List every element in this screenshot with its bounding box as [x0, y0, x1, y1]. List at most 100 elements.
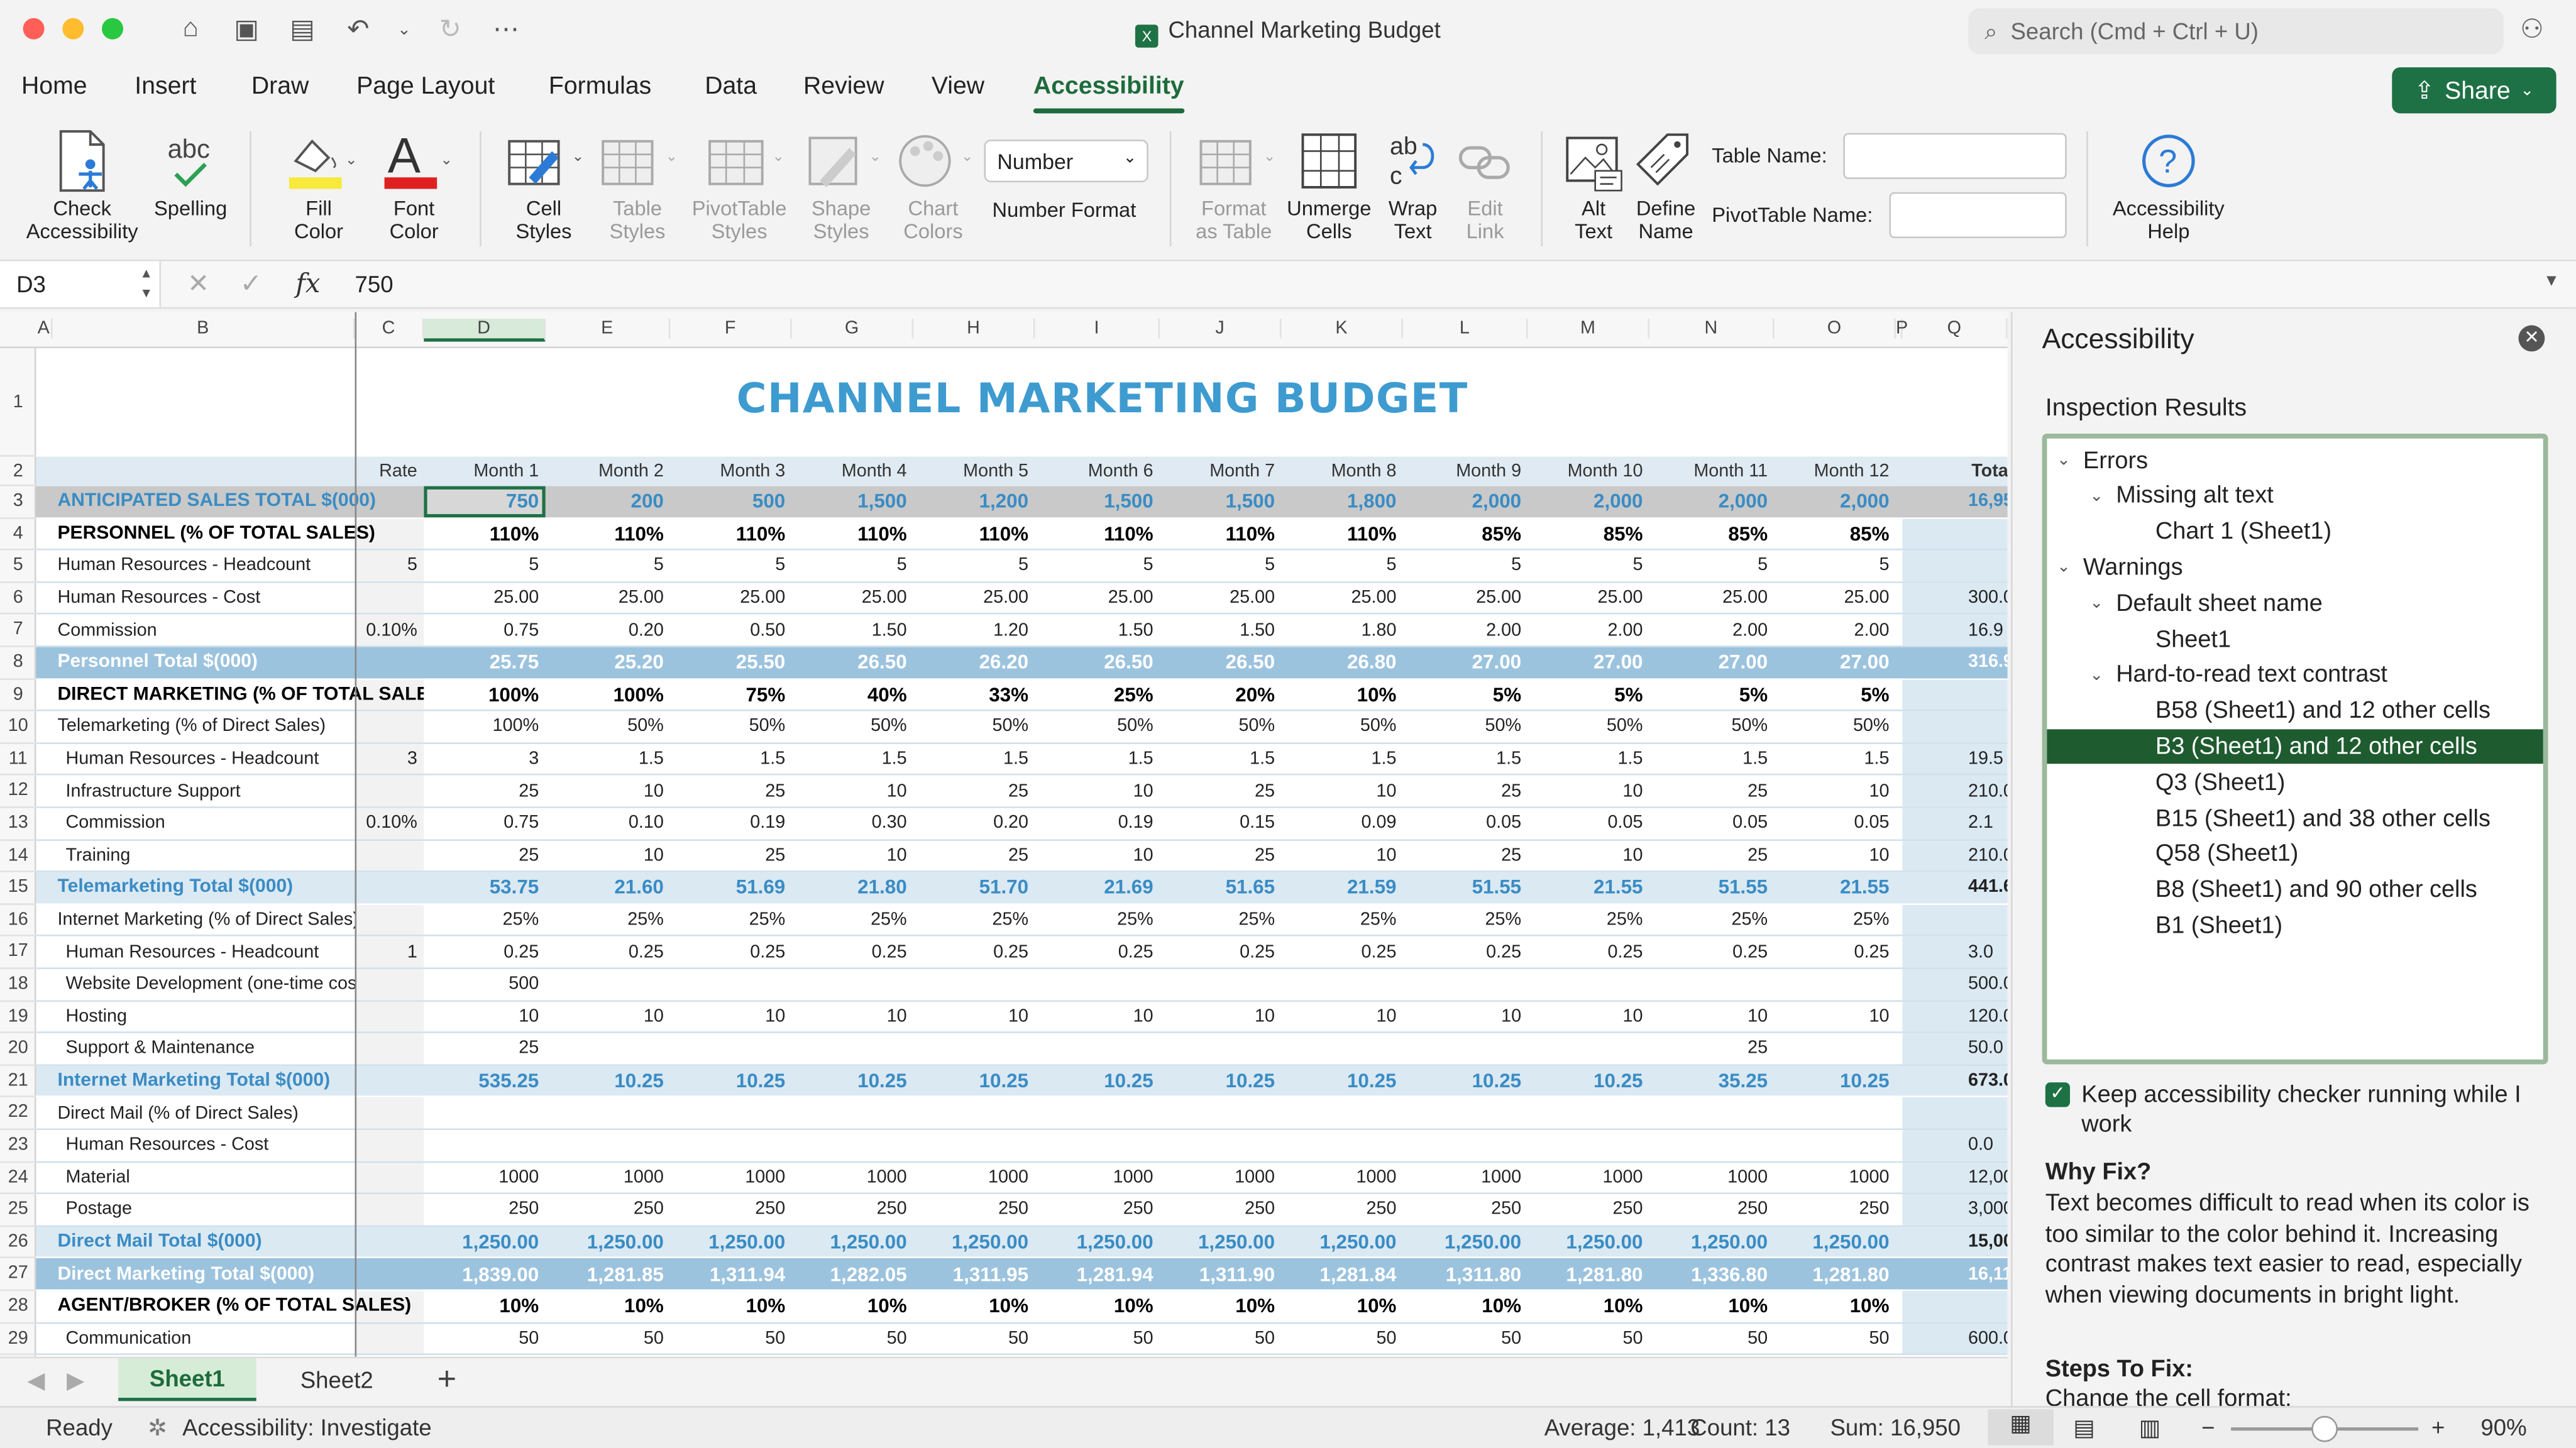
value-cell[interactable]: 1000 — [1282, 1162, 1403, 1193]
value-cell[interactable]: 0.25 — [1775, 937, 1896, 968]
value-cell[interactable]: 0.25 — [424, 937, 545, 968]
value-cell[interactable]: 1,250.00 — [1649, 1227, 1775, 1258]
rate-cell[interactable] — [355, 1130, 424, 1161]
total-cell[interactable]: 12,000.0 — [1902, 1162, 2008, 1193]
column-header-g[interactable]: G — [792, 319, 914, 339]
value-cell[interactable]: 535.25 — [424, 1066, 545, 1097]
value-cell[interactable]: 10 — [1035, 1001, 1160, 1032]
rate-cell[interactable] — [355, 1226, 424, 1258]
value-cell[interactable]: 10% — [1528, 1291, 1649, 1322]
value-cell[interactable]: 10 — [1528, 840, 1649, 871]
row-header-25[interactable]: 25 — [0, 1195, 36, 1227]
value-cell[interactable]: 5 — [792, 551, 913, 581]
expand-formula-bar-icon[interactable]: ▼ — [2543, 273, 2560, 291]
value-cell[interactable] — [424, 1098, 545, 1129]
column-header-l[interactable]: L — [1403, 319, 1528, 339]
value-cell[interactable]: 500 — [670, 486, 791, 517]
header-cell[interactable]: Month 10 — [1528, 457, 1649, 486]
value-cell[interactable]: 1.80 — [1282, 615, 1403, 645]
cell-styles-button[interactable]: ⌄ Cell Styles — [496, 125, 592, 243]
row-header-15[interactable]: 15 — [0, 872, 36, 905]
total-cell[interactable] — [1902, 904, 2008, 936]
value-cell[interactable]: 0.30 — [792, 808, 913, 839]
value-cell[interactable] — [546, 1098, 671, 1129]
value-cell[interactable]: 10% — [1775, 1291, 1896, 1322]
row-label-cell[interactable]: ANTICIPATED SALES TOTAL $(000) — [53, 486, 424, 517]
value-cell[interactable]: 25 — [913, 776, 1035, 807]
value-cell[interactable]: 0.05 — [1649, 808, 1775, 839]
keep-running-checkbox[interactable]: ✓ Keep accessibility checker running whi… — [2045, 1081, 2538, 1140]
value-cell[interactable]: 26.50 — [1035, 647, 1160, 678]
rate-cell[interactable]: 1 — [355, 936, 424, 968]
value-cell[interactable]: 10 — [792, 1001, 913, 1032]
value-cell[interactable]: 50% — [1035, 711, 1160, 742]
value-cell[interactable]: 50% — [1775, 711, 1896, 742]
value-cell[interactable] — [913, 1098, 1035, 1129]
header-cell[interactable]: Month 1 — [424, 457, 545, 486]
value-cell[interactable]: 0.25 — [1528, 937, 1649, 968]
value-cell[interactable]: 25 — [424, 840, 545, 871]
value-cell[interactable]: 1,281.94 — [1035, 1259, 1160, 1290]
value-cell[interactable]: 1,800 — [1282, 486, 1403, 517]
accessibility-status[interactable]: Accessibility: Investigate — [182, 1414, 432, 1440]
value-cell[interactable] — [792, 1098, 913, 1129]
value-cell[interactable]: 25% — [1160, 905, 1281, 936]
value-cell[interactable]: 5 — [1775, 551, 1896, 581]
rate-cell[interactable] — [355, 968, 424, 1000]
value-cell[interactable]: 250 — [1160, 1195, 1281, 1226]
value-cell[interactable]: 85% — [1403, 518, 1528, 549]
value-cell[interactable]: 0.25 — [1403, 937, 1528, 968]
value-cell[interactable]: 1,311.80 — [1403, 1259, 1528, 1290]
value-cell[interactable]: 50% — [546, 711, 671, 742]
value-cell[interactable]: 26.20 — [913, 647, 1035, 678]
value-cell[interactable] — [913, 1130, 1035, 1161]
value-cell[interactable]: 25 — [1403, 840, 1528, 871]
value-cell[interactable]: 10 — [1160, 1001, 1281, 1032]
value-cell[interactable]: 1.5 — [1403, 743, 1528, 774]
rate-cell[interactable] — [355, 647, 424, 678]
value-cell[interactable]: 1.50 — [1160, 615, 1281, 645]
tab-formulas[interactable]: Formulas — [549, 72, 651, 100]
tree-item[interactable]: ⌄ Warnings — [2047, 551, 2543, 586]
value-cell[interactable] — [1160, 969, 1281, 1000]
value-cell[interactable] — [1649, 1098, 1775, 1129]
column-header-k[interactable]: K — [1282, 319, 1403, 339]
wrap-text-button[interactable]: ab c Wrap Text — [1377, 125, 1449, 243]
value-cell[interactable]: 0.20 — [913, 808, 1035, 839]
tree-item[interactable]: ⌄ Errors — [2047, 444, 2543, 478]
value-cell[interactable]: 0.15 — [1160, 808, 1281, 839]
value-cell[interactable] — [670, 1033, 791, 1064]
value-cell[interactable] — [670, 1098, 791, 1129]
search-box[interactable]: ⌕ Search (Cmd + Ctrl + U) — [1968, 8, 2504, 55]
value-cell[interactable]: 250 — [913, 1195, 1035, 1226]
row-header-28[interactable]: 28 — [0, 1291, 36, 1324]
cancel-edit-icon[interactable]: ✕ — [187, 268, 209, 300]
value-cell[interactable]: 10 — [792, 840, 913, 871]
alt-text-button[interactable]: Alt Text — [1558, 125, 1630, 243]
value-cell[interactable] — [1282, 1130, 1403, 1161]
value-cell[interactable]: 1,250.00 — [1035, 1227, 1160, 1258]
rate-cell[interactable]: 5 — [355, 551, 424, 581]
value-cell[interactable]: 10 — [1282, 776, 1403, 807]
value-cell[interactable]: 10% — [424, 1291, 545, 1322]
value-cell[interactable]: 1,250.00 — [546, 1227, 671, 1258]
value-cell[interactable] — [1775, 1033, 1896, 1064]
value-cell[interactable]: 50% — [1528, 711, 1649, 742]
row-header-18[interactable]: 18 — [0, 969, 36, 1002]
value-cell[interactable]: 110% — [1035, 518, 1160, 549]
value-cell[interactable]: 26.50 — [792, 647, 913, 678]
row-header-22[interactable]: 22 — [0, 1098, 36, 1131]
tree-item[interactable]: Q3 (Sheet1) — [2047, 765, 2543, 800]
value-cell[interactable] — [1403, 1130, 1528, 1161]
row-header-13[interactable]: 13 — [0, 808, 36, 841]
value-cell[interactable]: 50 — [1528, 1323, 1649, 1354]
value-cell[interactable]: 10.25 — [546, 1066, 671, 1097]
row-header-20[interactable]: 20 — [0, 1033, 36, 1066]
value-cell[interactable] — [913, 1033, 1035, 1064]
value-cell[interactable]: 10 — [1282, 1001, 1403, 1032]
value-cell[interactable]: 10% — [1282, 1291, 1403, 1322]
value-cell[interactable]: 1,500 — [1160, 486, 1281, 517]
value-cell[interactable]: 1,500 — [792, 486, 913, 517]
total-cell[interactable] — [1902, 1291, 2008, 1322]
value-cell[interactable]: 21.69 — [1035, 872, 1160, 903]
